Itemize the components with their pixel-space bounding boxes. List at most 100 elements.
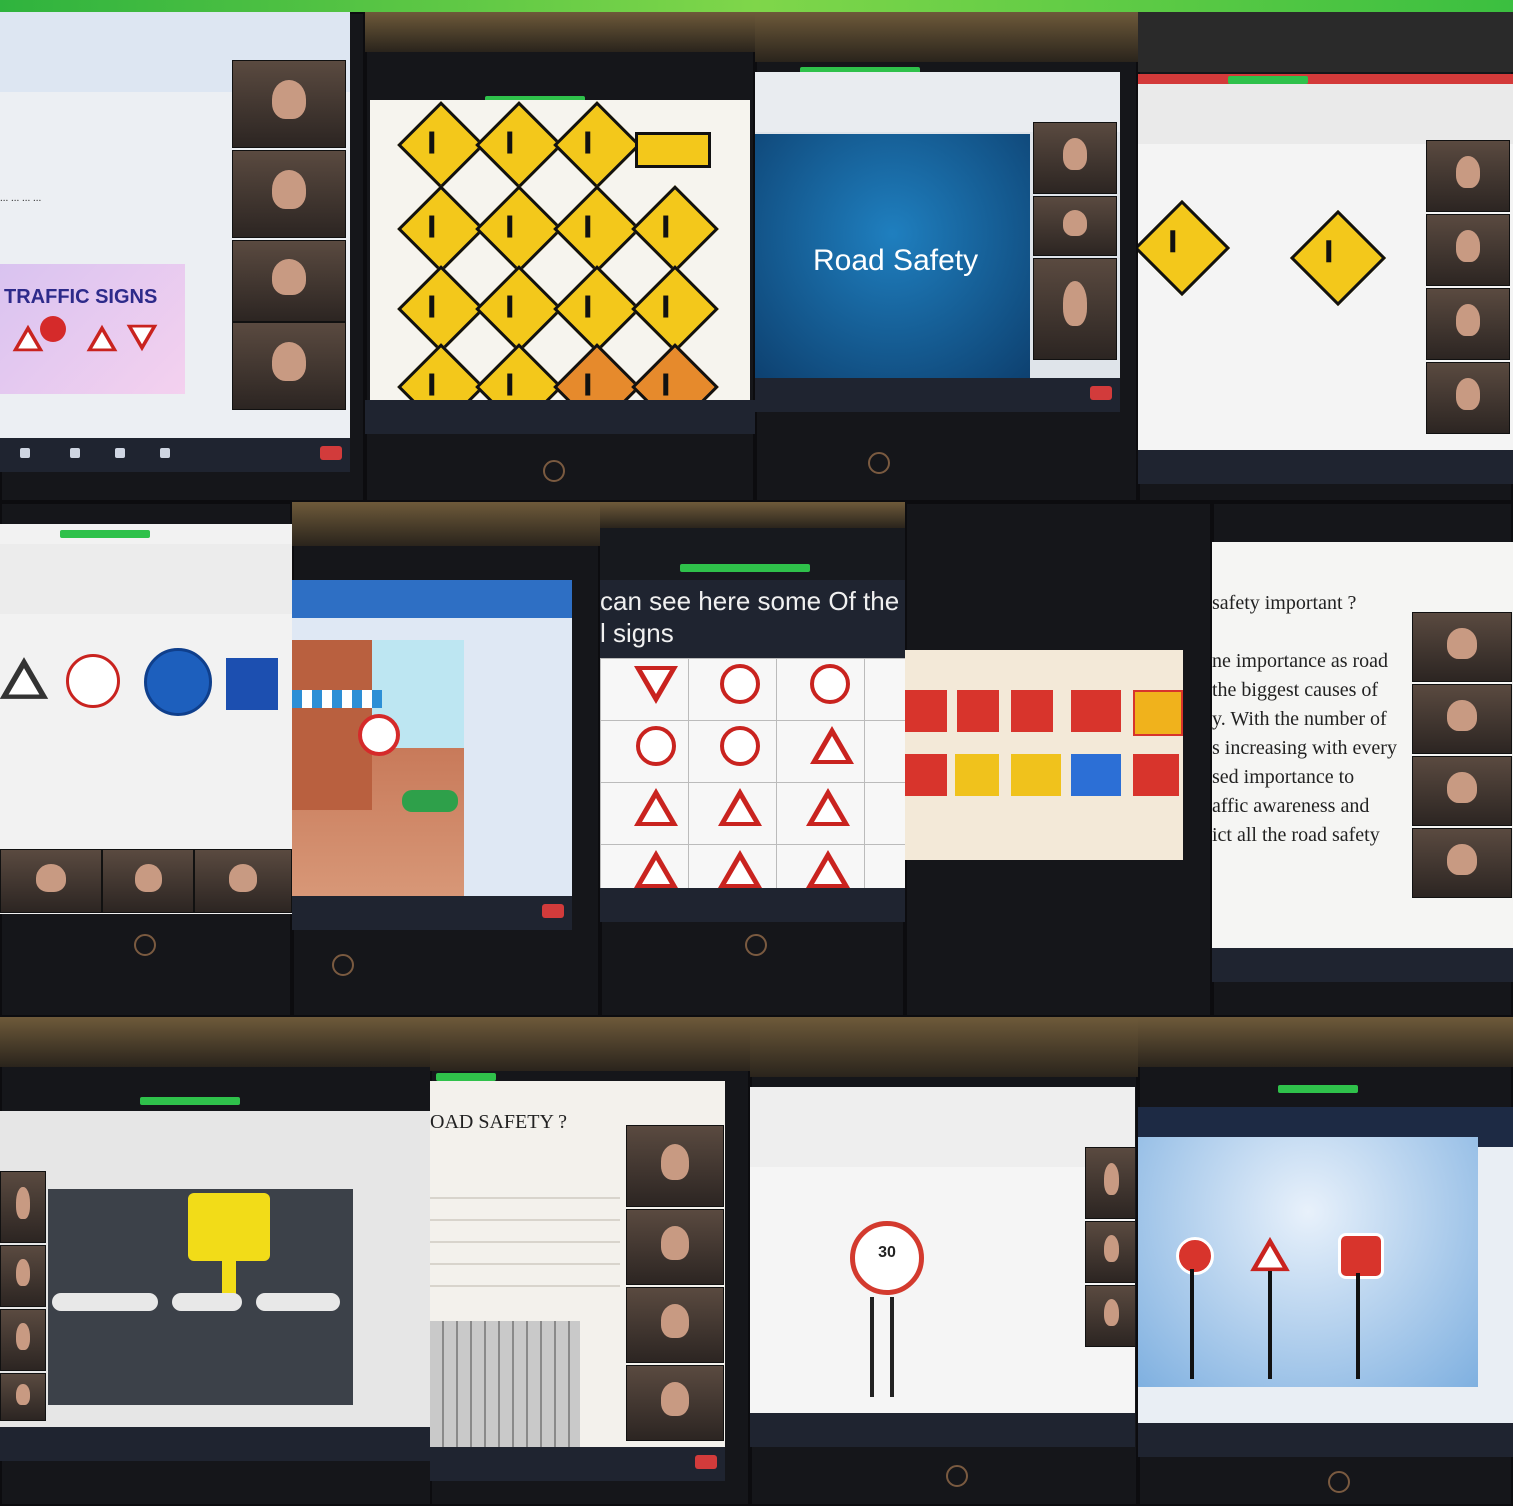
slide-title: Road Safety <box>813 244 979 277</box>
participant-video <box>1412 828 1512 898</box>
laptop-logo-icon <box>543 460 565 482</box>
body-line: affic awareness and <box>1212 795 1370 817</box>
participant-video <box>1085 1285 1135 1347</box>
body-line: y. With the number of <box>1212 708 1387 730</box>
curve-sign-icon <box>397 101 485 189</box>
merge-sign-icon <box>553 185 641 273</box>
meeting-toolbar <box>1138 1423 1513 1457</box>
participant-video <box>232 322 346 410</box>
speed-limit-sign-icon <box>358 714 400 756</box>
meeting-toolbar <box>292 896 572 930</box>
meeting-toolbar <box>600 888 905 922</box>
participant-video <box>1033 122 1117 194</box>
photo-traffic-signs-slide: ... ... ... ... TRAFFIC SIGNS <box>0 12 365 502</box>
flowchart-node <box>88 1293 158 1311</box>
meeting-toolbar <box>1138 450 1513 484</box>
traffic-jam-photo <box>430 1321 580 1461</box>
tree-sign-icon <box>1289 209 1387 307</box>
traffic-signs-title: TRAFFIC SIGNS <box>4 286 158 308</box>
title-slide: Road Safety <box>755 134 1030 384</box>
signs-chart <box>370 100 750 430</box>
photo-whiteboard-signs <box>0 502 292 1017</box>
laptop-logo-icon <box>745 934 767 956</box>
flowchart-node <box>172 1293 242 1311</box>
participant-video <box>626 1287 724 1363</box>
direction-sign-icon <box>144 648 212 716</box>
laptop-logo-icon <box>332 954 354 976</box>
speed-limit-sign-icon: 30 <box>850 1221 924 1295</box>
photo-signs-grid-slide: can see here some Of the l signs <box>600 502 905 1017</box>
meeting-toolbar <box>0 438 350 472</box>
curve-sign-icon <box>475 101 563 189</box>
warning-sign-icon <box>718 850 762 888</box>
warning-sign-icon <box>397 265 485 353</box>
arrow-sign-icon <box>635 132 711 168</box>
warning-sign-icon <box>634 850 678 888</box>
photo-animal-crossing-signs <box>1138 12 1513 502</box>
warning-sign-icon <box>806 788 850 826</box>
stop-sign-icon <box>1338 1233 1384 1279</box>
flowchart-node <box>256 1293 340 1311</box>
flowchart-root-node <box>188 1193 270 1261</box>
participant-video <box>0 1171 46 1243</box>
photo-flowchart-slide <box>0 1017 435 1506</box>
participant-video <box>1426 362 1510 434</box>
yield-sign-icon <box>634 666 678 704</box>
warning-sign-icon <box>718 788 762 826</box>
photo-road-safety-title-slide: Road Safety <box>755 12 1138 502</box>
participant-video <box>1085 1147 1135 1219</box>
photo-sign-posts-slide <box>1138 1017 1513 1506</box>
meeting-toolbar <box>1212 948 1513 982</box>
meeting-toolbar <box>365 400 755 434</box>
body-line: ict all the road safety <box>1212 824 1380 846</box>
slide-paragraph <box>430 1177 620 1307</box>
participant-video <box>626 1365 724 1441</box>
participant-video <box>1426 288 1510 360</box>
body-line: s increasing with every <box>1212 737 1397 759</box>
slide-heading: safety important ? <box>1212 592 1357 614</box>
no-entry-sign-icon <box>66 654 120 708</box>
decorative-green-banner <box>0 0 1513 12</box>
participant-video <box>1033 196 1117 256</box>
photo-street-illustration <box>292 502 600 1017</box>
signal-ahead-sign-icon <box>397 185 485 273</box>
participant-video <box>626 1125 724 1207</box>
signs-grid <box>600 658 905 894</box>
participant-video <box>0 849 102 913</box>
participant-video <box>0 1309 46 1371</box>
speed-limit-sign-icon <box>0 657 49 699</box>
warning-sign-icon <box>12 324 44 352</box>
no-entry-sign-icon <box>810 664 850 704</box>
participant-video <box>0 1373 46 1421</box>
participant-video <box>194 849 292 913</box>
participant-video <box>1033 258 1117 360</box>
laptop-logo-icon <box>134 934 156 956</box>
warning-sign-icon <box>475 265 563 353</box>
slide-heading-line2: l signs <box>600 618 674 648</box>
laptop-logo-icon <box>1328 1471 1350 1493</box>
whiteboard-toolbar <box>750 1087 1135 1167</box>
participant-video <box>102 849 194 913</box>
slide-heading-line1: can see here some Of the <box>600 586 900 616</box>
body-line: sed importance to <box>1212 766 1355 788</box>
body-line: ne importance as road <box>1212 650 1389 672</box>
participant-video <box>1426 214 1510 286</box>
slide-paragraph: ... ... ... ... <box>0 192 42 204</box>
slide-heading: OAD SAFETY ? <box>430 1111 568 1133</box>
warning-sign-icon <box>810 726 854 764</box>
photo-traffic-jam-slide: OAD SAFETY ? <box>430 1017 750 1506</box>
speed-sign-value: 30 <box>878 1244 896 1261</box>
no-stopping-sign-icon <box>636 726 676 766</box>
winding-road-sign-icon <box>553 101 641 189</box>
photo-whiteboard-speed-sign: 30 <box>750 1017 1138 1506</box>
participant-video <box>0 1245 46 1307</box>
yield-sign-icon <box>126 324 158 352</box>
participant-video <box>1412 756 1512 826</box>
photo-road-safety-text-slide: safety important ? ne importance as road… <box>1212 502 1513 1017</box>
browser-bar <box>292 580 572 618</box>
no-entry-sign-icon <box>720 664 760 704</box>
stop-sign-icon <box>40 316 66 342</box>
speed-limit-sign-icon <box>720 726 760 766</box>
warning-sign-icon <box>86 324 118 352</box>
slide-header: can see here some Of the l signs <box>600 580 905 658</box>
